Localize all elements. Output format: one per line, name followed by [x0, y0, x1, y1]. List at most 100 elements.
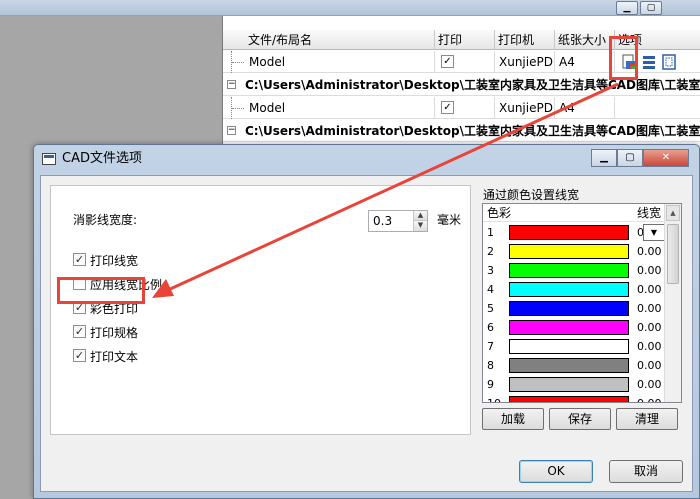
minimize-icon[interactable]: ▁ [616, 1, 638, 15]
lineweight-value[interactable]: 0.00 [637, 377, 662, 392]
close-icon[interactable]: ✕ [643, 149, 689, 167]
color-row[interactable]: 5 0.00 [483, 299, 681, 318]
color-swatch[interactable] [509, 377, 629, 392]
color-index: 7 [487, 340, 494, 353]
color-row[interactable]: 1 0 ▼ [483, 223, 681, 242]
color-row[interactable]: 6 0.00 [483, 318, 681, 337]
color-index: 8 [487, 359, 494, 372]
hidden-line-width-value[interactable]: 0.3 [373, 214, 392, 228]
color-row[interactable]: 7 0.00 [483, 337, 681, 356]
load-button[interactable]: 加载 [482, 408, 544, 430]
layout-name: Model [245, 51, 435, 73]
color-row[interactable]: 3 0.00 [483, 261, 681, 280]
color-row[interactable]: 4 0.00 [483, 280, 681, 299]
background-titlebar: ▁ ▢ [0, 0, 700, 16]
minimize-icon[interactable]: ▁ [591, 149, 617, 167]
column-header-printer[interactable]: 打印机 [495, 30, 555, 50]
print-checkbox[interactable]: ✓ [441, 55, 454, 68]
group-title: 通过颜色设置线宽 [483, 188, 580, 202]
chevron-down-icon[interactable]: ▼ [643, 224, 665, 241]
cancel-button[interactable]: 取消 [609, 460, 683, 483]
color-index: 6 [487, 321, 494, 334]
table-row[interactable]: − C:\Users\Administrator\Desktop\工装室内家具及… [223, 120, 700, 142]
lineweight-value[interactable]: 0.00 [637, 396, 662, 402]
options-cell [615, 97, 700, 119]
column-header-paper[interactable]: 纸张大小 [555, 30, 615, 50]
checkmark-icon[interactable]: ✓ [73, 349, 86, 362]
dialog-title: CAD文件选项 [62, 151, 142, 166]
clear-button[interactable]: 清理 [616, 408, 678, 430]
unit-label: 毫米 [437, 213, 462, 227]
paper-value: A4 [555, 51, 615, 73]
file-path: C:\Users\Administrator\Desktop\工装室内家具及卫生… [245, 124, 700, 138]
lineweight-value[interactable]: 0.00 [637, 320, 662, 335]
checkbox-label: 打印规格 [90, 326, 139, 340]
color-row[interactable]: 100.00 [483, 394, 681, 402]
hidden-line-width-label: 消影线宽度: [73, 213, 138, 227]
page-icon[interactable] [661, 54, 677, 70]
print-checkbox[interactable]: ✓ [441, 101, 454, 114]
printer-value: XunjiePDF [495, 97, 555, 119]
list-icon[interactable] [641, 54, 657, 70]
color-index: 1 [487, 226, 494, 239]
collapse-icon[interactable]: − [227, 80, 236, 89]
color-swatch[interactable] [509, 396, 629, 402]
checkbox-label: 打印文本 [90, 350, 139, 364]
scroll-thumb[interactable] [667, 224, 679, 284]
checkmark-icon[interactable]: ✓ [73, 253, 86, 266]
print-cell: ✓ [435, 51, 495, 73]
annotation-highlight-options [609, 36, 638, 80]
color-swatch[interactable] [509, 225, 629, 240]
color-index: 5 [487, 302, 494, 315]
spin-up-icon[interactable]: ▲ [413, 211, 427, 221]
color-index: 3 [487, 264, 494, 277]
paper-value: A4 [555, 97, 615, 119]
print-cell: ✓ [435, 97, 495, 119]
color-swatch[interactable] [509, 263, 629, 278]
lineweight-value[interactable]: 0.00 [637, 244, 662, 259]
column-header-width[interactable]: 线宽 [634, 204, 661, 222]
maximize-icon[interactable]: ▢ [640, 1, 662, 15]
color-swatch[interactable] [509, 339, 629, 354]
layout-name: Model [245, 97, 435, 119]
column-header-name[interactable]: 文件/布局名 [245, 30, 435, 50]
spin-down-icon[interactable]: ▼ [413, 221, 427, 231]
lineweight-value[interactable]: 0.00 [637, 282, 662, 297]
color-index: 10 [487, 396, 507, 402]
color-swatch[interactable] [509, 244, 629, 259]
collapse-icon[interactable]: − [227, 126, 236, 135]
background-empty-area [0, 16, 222, 156]
dialog-body: 消影线宽度: 0.3 ▲ ▼ 毫米 ✓ 打印线宽 应用线宽比例 ✓ 彩色打印 ✓ [40, 175, 693, 492]
lineweight-value[interactable]: 0.00 [637, 263, 662, 278]
checkbox-label: 打印线宽 [90, 254, 139, 268]
tree-line [231, 51, 245, 73]
color-row[interactable]: 9 0.00 [483, 375, 681, 394]
lineweight-value[interactable]: 0.00 [637, 358, 662, 373]
column-header-print[interactable]: 打印 [435, 30, 495, 50]
window-icon [42, 153, 56, 165]
tree-line [231, 97, 245, 119]
cad-file-options-dialog: CAD文件选项 ▁ ▢ ✕ 消影线宽度: 0.3 ▲ ▼ 毫米 ✓ 打印线宽 应… [33, 144, 700, 499]
color-swatch[interactable] [509, 358, 629, 373]
checkmark-icon[interactable]: ✓ [73, 325, 86, 338]
save-button[interactable]: 保存 [549, 408, 611, 430]
color-table-scrollbar[interactable]: ▲ [664, 204, 681, 402]
table-row[interactable]: Model ✓ XunjiePDF A4 [223, 97, 700, 119]
annotation-highlight-color-print [57, 277, 145, 304]
lineweight-value[interactable]: 0.00 [637, 301, 662, 316]
dialog-titlebar[interactable]: CAD文件选项 ▁ ▢ ✕ [34, 145, 699, 173]
color-row[interactable]: 8 0.00 [483, 356, 681, 375]
scroll-up-icon[interactable]: ▲ [666, 205, 680, 221]
checkmark-icon: ✓ [443, 56, 452, 67]
lineweight-value[interactable]: 0.00 [637, 339, 662, 354]
color-swatch[interactable] [509, 320, 629, 335]
color-lineweight-table[interactable]: 色彩 线宽 1 0 ▼ 2 0.00 3 0.00 4 0.00 5 0.00 6 0.00 7 0.00 8… [482, 203, 682, 403]
hidden-line-width-stepper[interactable]: 0.3 ▲ ▼ [368, 210, 428, 232]
maximize-icon[interactable]: ▢ [617, 149, 643, 167]
color-swatch[interactable] [509, 301, 629, 316]
column-header-color[interactable]: 色彩 [484, 204, 511, 222]
color-swatch[interactable] [509, 282, 629, 297]
color-row[interactable]: 2 0.00 [483, 242, 681, 261]
color-index: 2 [487, 245, 494, 258]
ok-button[interactable]: OK [519, 460, 593, 483]
